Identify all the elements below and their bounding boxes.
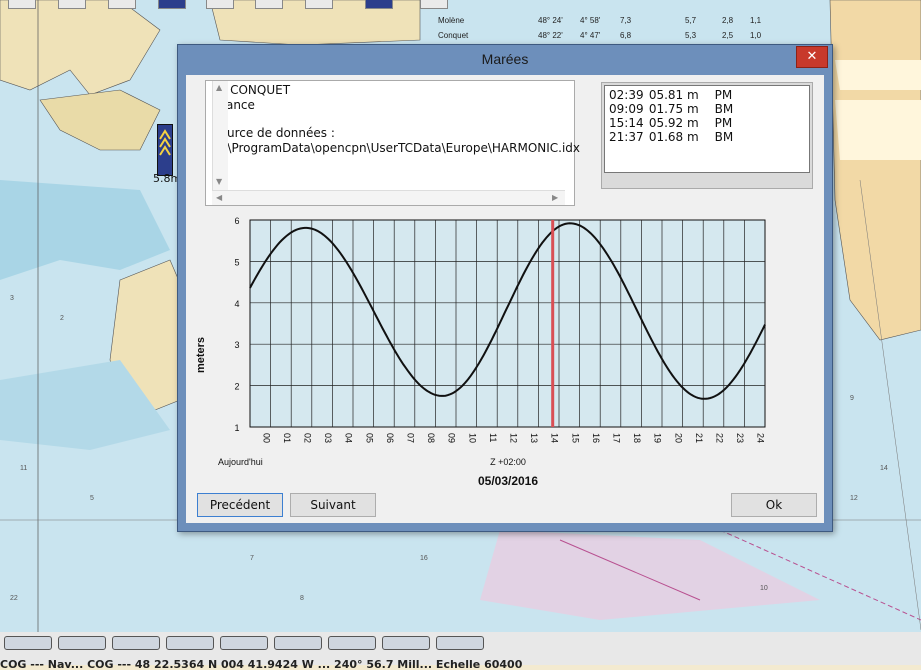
y-tick-label: 4 [234,299,239,309]
svg-text:5: 5 [90,495,94,502]
map-tide-row: Conquet 48° 22' 4° 47' 6,8 5,3 2,5 1,0 [430,29,761,44]
x-tick-label: 12 [509,433,519,443]
x-tick-label: 03 [323,433,333,443]
chart-selector-button[interactable] [112,636,160,650]
y-tick-label: 2 [234,382,239,392]
svg-text:9: 9 [850,395,854,402]
x-tick-label: 17 [612,433,622,443]
x-tick-label: 15 [570,433,580,443]
map-lon: 4° 47' [580,31,601,40]
svg-text:12: 12 [850,495,858,502]
map-tide-table: Molène 48° 24' 4° 58' 7,3 5,7 2,8 1,1 Co… [430,14,761,44]
svg-text:11: 11 [20,465,27,472]
x-tick-label: 02 [303,433,313,443]
x-tick-label: 13 [529,433,539,443]
x-tick-label: 24 [756,433,766,443]
map-tide-row: Molène 48° 24' 4° 58' 7,3 5,7 2,8 1,1 [430,14,761,29]
map-value: 2,5 [722,31,734,40]
map-value: 6,8 [620,31,632,40]
status-text: COG --- Nav... COG --- 48 22.5364 N 004 … [0,658,523,670]
ok-button[interactable]: Ok [731,493,817,517]
y-axis-label: meters [195,337,207,373]
x-tick-label: 05 [364,433,374,443]
x-tick-label: 08 [426,433,436,443]
x-tick-label: 14 [550,433,560,443]
x-tick-label: 22 [715,433,725,443]
chart-selector-button[interactable] [382,636,430,650]
y-tick-label: 6 [234,216,239,226]
svg-text:16: 16 [420,555,428,562]
chart-selector-button[interactable] [328,636,376,650]
svg-text:10: 10 [760,585,768,592]
tide-station-icon[interactable] [157,124,173,176]
next-button[interactable]: Suivant [290,493,376,517]
status-bar: COG --- Nav... COG --- 48 22.5364 N 004 … [0,632,921,670]
x-tick-label: 20 [673,433,683,443]
svg-text:3: 3 [10,295,14,302]
toolbar-button[interactable] [108,0,136,9]
x-tick-label: 21 [694,433,704,443]
x-tick-label: 09 [447,433,457,443]
map-value: 2,8 [722,16,734,25]
x-tick-label: 19 [653,433,663,443]
x-tick-label: 11 [488,433,498,442]
x-tick-label: 10 [467,433,477,443]
close-icon[interactable]: ✕ [796,46,828,68]
toolbar-button[interactable] [206,0,234,9]
toolbar-button[interactable] [158,0,186,9]
x-tick-label: 04 [344,433,354,443]
x-tick-label: 18 [632,433,642,443]
map-value: 1,1 [750,16,762,25]
map-lat: 48° 22' [538,31,563,40]
previous-button[interactable]: Precédent [197,493,283,517]
map-value: 1,0 [750,31,762,40]
chart-selector-button[interactable] [436,636,484,650]
chart-selector-button[interactable] [220,636,268,650]
svg-text:8: 8 [300,595,304,602]
x-tick-label: 16 [591,433,601,443]
map-station-name: Conquet [438,31,469,40]
toolbar-button[interactable] [305,0,333,9]
map-station-name: Molène [438,16,465,25]
svg-text:7: 7 [250,555,254,562]
svg-text:2: 2 [60,315,64,322]
toolbar-button[interactable] [420,0,448,9]
svg-text:22: 22 [10,595,18,602]
map-value: 5,3 [685,31,697,40]
y-tick-label: 5 [234,257,239,267]
chart-selector-button[interactable] [4,636,52,650]
toolbar-button[interactable] [58,0,86,9]
plot-area [249,219,766,428]
dialog-body: LE CONQUET France Source de données : C:… [186,75,824,523]
chart-selector-button[interactable] [274,636,322,650]
map-value: 7,3 [620,16,632,25]
map-value: 5,7 [685,16,697,25]
tide-chart: 123456 00 01 02 03 04 05 06 07 08 09 10 11 12 13 14 15 1… [195,216,766,485]
tides-dialog: Marées ✕ LE CONQUET France Source de don… [177,44,833,532]
x-tick-label: 00 [261,433,271,443]
chart-selector-button[interactable] [58,636,106,650]
day-label: Aujourd'hui [218,457,263,467]
y-tick-label: 1 [234,423,239,433]
chart-selector-button[interactable] [166,636,214,650]
map-lon: 4° 58' [580,16,601,25]
x-tick-label: 23 [735,433,745,443]
x-tick-label: 01 [282,433,292,443]
x-tick-label: 06 [385,433,395,443]
svg-text:14: 14 [880,465,888,472]
x-tick-label: 07 [406,433,416,443]
y-tick-label: 3 [234,340,239,350]
timezone-label: Z +02:00 [490,457,526,467]
toolbar-button[interactable] [255,0,283,9]
dialog-title: Marées [481,51,529,67]
date-label: 05/03/2016 [478,474,538,485]
map-lat: 48° 24' [538,16,563,25]
toolbar-button[interactable] [365,0,393,9]
toolbar-button[interactable] [8,0,36,9]
